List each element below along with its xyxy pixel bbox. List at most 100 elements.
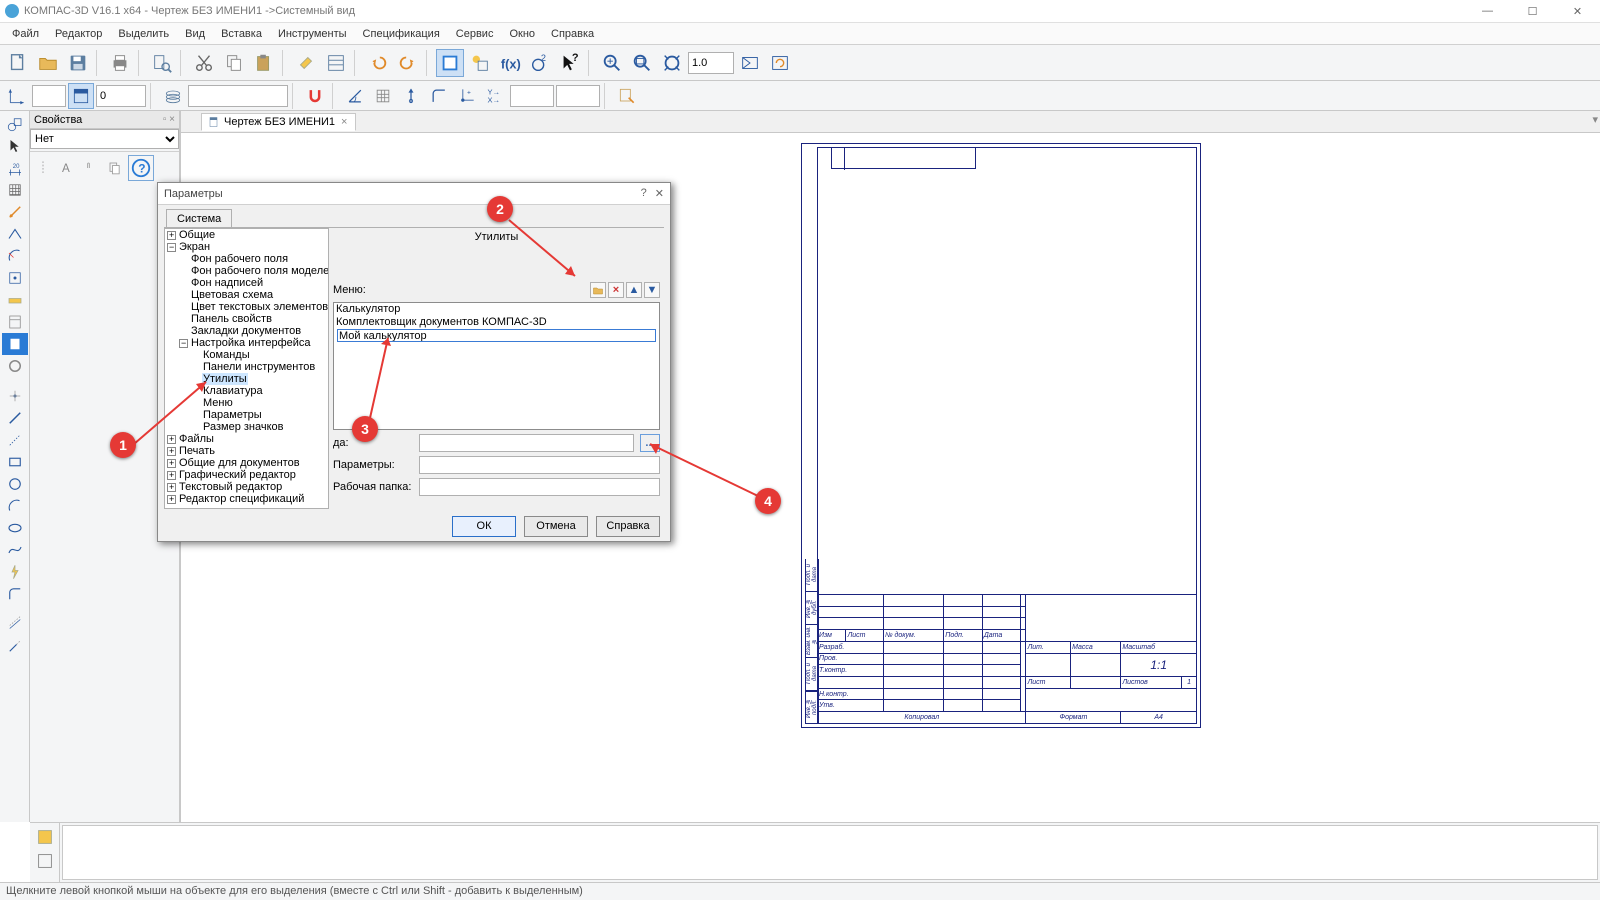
- workdir-input[interactable]: [419, 478, 660, 496]
- layers-button[interactable]: [436, 49, 464, 77]
- copy-button[interactable]: [220, 49, 248, 77]
- menu-window[interactable]: Окно: [501, 25, 543, 43]
- tree-node-print[interactable]: +Печать: [167, 445, 328, 457]
- zoom-fit-button[interactable]: [658, 49, 686, 77]
- cursor-xy-button[interactable]: [4, 83, 30, 109]
- dimension-tab-icon[interactable]: 20: [2, 157, 28, 179]
- list-item[interactable]: Комплектовщик документов КОМПАС-3D: [334, 316, 659, 329]
- rect-tool-icon[interactable]: [2, 451, 28, 473]
- refresh-view-button[interactable]: [766, 49, 794, 77]
- zoom-in-button[interactable]: [598, 49, 626, 77]
- offset-tool-icon[interactable]: [2, 613, 28, 635]
- tree-node-utilities[interactable]: Утилиты: [191, 373, 328, 385]
- tree-node-ui-setup[interactable]: −Настройка интерфейса Команды Панели инс…: [179, 337, 328, 433]
- redo-button[interactable]: [394, 49, 422, 77]
- measure-tab-icon[interactable]: [2, 289, 28, 311]
- prop-hand-icon[interactable]: [80, 157, 102, 179]
- tree-node-params[interactable]: Параметры: [191, 409, 328, 421]
- window-minimize-button[interactable]: —: [1465, 0, 1510, 23]
- parametric-tab-icon[interactable]: [2, 267, 28, 289]
- cmd-log-icon[interactable]: [33, 849, 57, 873]
- menu-movedown-button[interactable]: ▼: [644, 282, 660, 298]
- current-layer-input[interactable]: [188, 85, 288, 107]
- tree-node-bg-work[interactable]: Фон рабочего поля: [179, 253, 328, 265]
- prop-text-icon[interactable]: A: [56, 157, 78, 179]
- tree-node-screen[interactable]: −Экран Фон рабочего поля Фон рабочего по…: [167, 241, 328, 433]
- tree-node-iconsize[interactable]: Размер значков: [191, 421, 328, 433]
- window-close-button[interactable]: ✕: [1555, 0, 1600, 23]
- open-button[interactable]: [34, 49, 62, 77]
- coord-y-input[interactable]: [556, 85, 600, 107]
- tree-node-menu[interactable]: Меню: [191, 397, 328, 409]
- aux-line-tool-icon[interactable]: [2, 429, 28, 451]
- insert-tab-icon[interactable]: [2, 355, 28, 377]
- tree-node-colorscheme[interactable]: Цветовая схема: [179, 289, 328, 301]
- zoom-input[interactable]: [688, 52, 734, 74]
- tree-node-keyboard[interactable]: Клавиатура: [191, 385, 328, 397]
- function-button[interactable]: f(x): [496, 49, 524, 77]
- line-tool-icon[interactable]: [2, 407, 28, 429]
- preview-button[interactable]: [148, 49, 176, 77]
- dialog-tab-system[interactable]: Система: [166, 209, 232, 228]
- grid-toggle-button[interactable]: [370, 83, 396, 109]
- coords-yx-button[interactable]: Y→X→: [482, 83, 508, 109]
- view-style-input[interactable]: [32, 85, 66, 107]
- view-state-button[interactable]: [68, 83, 94, 109]
- tree-node-textcolor[interactable]: Цвет текстовых элементов: [179, 301, 328, 313]
- round-button[interactable]: [426, 83, 452, 109]
- hatch-tab-icon[interactable]: [2, 179, 28, 201]
- list-item[interactable]: Калькулятор: [334, 303, 659, 316]
- edit-sketch-button[interactable]: [614, 83, 640, 109]
- annotation-tab-icon[interactable]: [2, 223, 28, 245]
- variables-button[interactable]: [466, 49, 494, 77]
- layer-stack-button[interactable]: [160, 83, 186, 109]
- prop-help-icon[interactable]: ?: [128, 155, 154, 181]
- tree-node-graph-editor[interactable]: +Графический редактор: [167, 469, 328, 481]
- new-doc-button[interactable]: [4, 49, 32, 77]
- menu-editor[interactable]: Редактор: [47, 25, 110, 43]
- utilities-listbox[interactable]: Калькулятор Комплектовщик документов КОМ…: [333, 302, 660, 430]
- document-tab[interactable]: Чертеж БЕЗ ИМЕНИ1 ×: [201, 113, 356, 131]
- cmd-macro-icon[interactable]: [33, 825, 57, 849]
- undo-button[interactable]: [364, 49, 392, 77]
- tree-node-bg-text[interactable]: Фон надписей: [179, 277, 328, 289]
- list-item-editing[interactable]: [335, 329, 658, 343]
- menu-moveup-button[interactable]: ▲: [626, 282, 642, 298]
- extend-tool-icon[interactable]: [2, 635, 28, 657]
- menu-file[interactable]: Файл: [4, 25, 47, 43]
- menu-view[interactable]: Вид: [177, 25, 213, 43]
- command-input[interactable]: [419, 434, 634, 452]
- select-tool-icon[interactable]: [2, 135, 28, 157]
- tree-node-doctabs[interactable]: Закладки документов: [179, 325, 328, 337]
- spline-tool-icon[interactable]: [2, 539, 28, 561]
- arc-tool-icon[interactable]: [2, 495, 28, 517]
- geometry-tab-icon[interactable]: [2, 113, 28, 135]
- reports-tab-icon[interactable]: [2, 333, 28, 355]
- dialog-help-icon[interactable]: ?: [641, 187, 647, 200]
- document-tab-close-icon[interactable]: ×: [339, 116, 349, 128]
- format-paint-button[interactable]: [292, 49, 320, 77]
- panel-pin-close-icon[interactable]: ▫ ×: [163, 114, 175, 125]
- dialog-help-button[interactable]: Справка: [596, 516, 660, 537]
- tree-node-docs-common[interactable]: +Общие для документов: [167, 457, 328, 469]
- fillet-tool-icon[interactable]: [2, 583, 28, 605]
- prop-copy-icon[interactable]: [104, 157, 126, 179]
- menu-spec[interactable]: Спецификация: [355, 25, 448, 43]
- help-pointer-button[interactable]: ?: [556, 49, 584, 77]
- prop-separator-icon[interactable]: [32, 157, 54, 179]
- window-maximize-button[interactable]: ☐: [1510, 0, 1555, 23]
- tree-node-commands[interactable]: Команды: [191, 349, 328, 361]
- tab-overflow-icon[interactable]: ▾: [1592, 113, 1598, 126]
- arc-tab-icon[interactable]: [2, 245, 28, 267]
- dialog-titlebar[interactable]: Параметры ? ✕: [158, 183, 670, 205]
- print-button[interactable]: [106, 49, 134, 77]
- dialog-close-icon[interactable]: ✕: [655, 187, 664, 200]
- properties-button[interactable]: [322, 49, 350, 77]
- dialog-ok-button[interactable]: ОК: [452, 516, 516, 537]
- ortho-button[interactable]: [398, 83, 424, 109]
- menu-tools[interactable]: Инструменты: [270, 25, 355, 43]
- zoom-prev-button[interactable]: [736, 49, 764, 77]
- local-cs-button[interactable]: +: [454, 83, 480, 109]
- menu-add-button[interactable]: [590, 282, 606, 298]
- menu-help[interactable]: Справка: [543, 25, 602, 43]
